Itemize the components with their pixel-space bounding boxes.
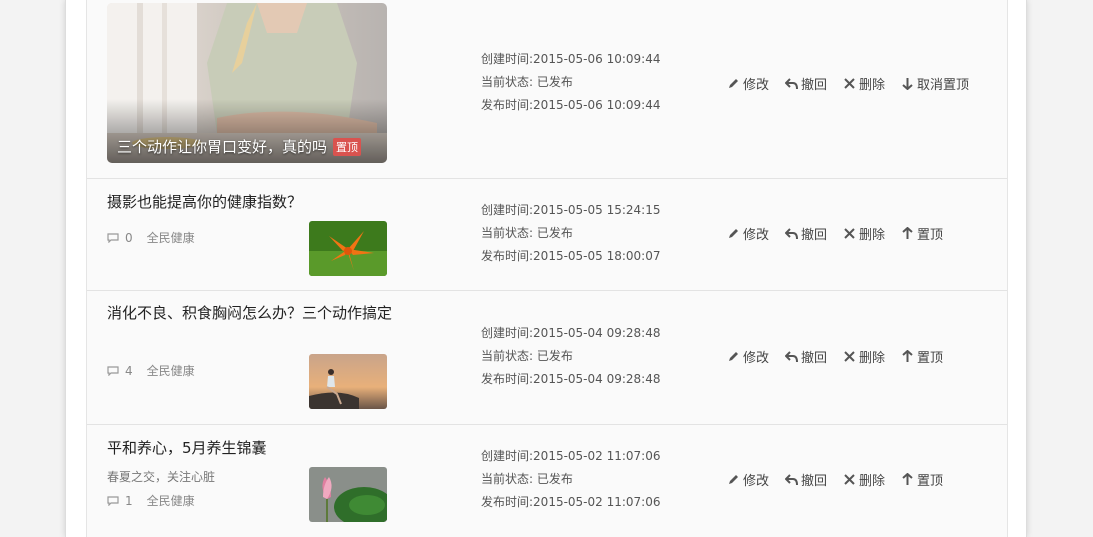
page-container: 三个动作让你胃口变好，真的吗 置顶 创建时间:2015-05-06 10:09:… xyxy=(65,0,1027,537)
comment-icon xyxy=(107,365,119,376)
article-title[interactable]: 摄影也能提高你的健康指数？ xyxy=(107,191,397,214)
undo-icon xyxy=(785,78,799,90)
edit-button[interactable]: 修改 xyxy=(727,347,769,366)
article-title[interactable]: 消化不良、积食胸闷怎么办？三个动作搞定 xyxy=(107,302,397,325)
created-time: 创建时间:2015-05-05 15:24:15 xyxy=(481,203,661,217)
edit-button[interactable]: 修改 xyxy=(727,470,769,489)
article-row: 平和养心，5月养生锦囊 春夏之交，关注心脏 1 全民健康 创建时间:2015-0… xyxy=(87,425,1007,537)
close-icon xyxy=(844,351,855,362)
comment-count: 1 xyxy=(125,493,133,508)
pin-button[interactable]: 置顶 xyxy=(901,224,943,243)
lily-photo xyxy=(309,221,387,276)
article-info: 4 全民健康 xyxy=(107,362,195,379)
published-time: 发布时间:2015-05-05 18:00:07 xyxy=(481,249,661,263)
status-text: 当前状态: 已发布 xyxy=(481,472,573,486)
withdraw-button[interactable]: 撤回 xyxy=(785,470,827,489)
pin-button[interactable]: 置顶 xyxy=(901,470,943,489)
unpin-button[interactable]: 取消置顶 xyxy=(901,74,969,93)
article-info: 0 全民健康 xyxy=(107,229,195,246)
article-meta: 创建时间:2015-05-04 09:28:48 当前状态: 已发布 发布时间:… xyxy=(481,322,661,391)
pencil-icon xyxy=(729,352,738,361)
article-row: 消化不良、积食胸闷怎么办？三个动作搞定 4 全民健康 创建时间:2015-05-… xyxy=(87,291,1007,425)
status-text: 当前状态: 已发布 xyxy=(481,75,573,89)
featured-title-text: 三个动作让你胃口变好，真的吗 xyxy=(117,138,328,156)
withdraw-button[interactable]: 撤回 xyxy=(785,224,827,243)
article-list: 三个动作让你胃口变好，真的吗 置顶 创建时间:2015-05-06 10:09:… xyxy=(86,0,1008,537)
close-icon xyxy=(844,78,855,89)
article-actions: 修改 撤回 删除 置顶 xyxy=(727,470,959,489)
created-time: 创建时间:2015-05-06 10:09:44 xyxy=(481,52,661,66)
delete-button[interactable]: 删除 xyxy=(843,74,885,93)
article-meta: 创建时间:2015-05-05 15:24:15 当前状态: 已发布 发布时间:… xyxy=(481,199,661,268)
article-row-featured: 三个动作让你胃口变好，真的吗 置顶 创建时间:2015-05-06 10:09:… xyxy=(87,0,1007,179)
article-row: 摄影也能提高你的健康指数？ 0 全民健康 创建时间:2015-05-05 15:… xyxy=(87,179,1007,291)
arrow-up-icon xyxy=(902,473,913,485)
close-icon xyxy=(844,474,855,485)
comment-icon xyxy=(107,232,119,243)
status-text: 当前状态: 已发布 xyxy=(481,226,573,240)
arrow-up-icon xyxy=(902,350,913,362)
article-thumbnail[interactable] xyxy=(309,354,387,409)
pencil-icon xyxy=(729,79,738,88)
lotus-photo xyxy=(309,467,387,522)
status-text: 当前状态: 已发布 xyxy=(481,349,573,363)
woman-sitting-photo xyxy=(309,354,387,409)
withdraw-button[interactable]: 撤回 xyxy=(785,74,827,93)
category-label: 全民健康 xyxy=(146,494,195,508)
article-summary: 春夏之交，关注心脏 xyxy=(107,470,216,484)
arrow-down-icon xyxy=(902,78,913,90)
article-title[interactable]: 平和养心，5月养生锦囊 xyxy=(107,437,397,460)
article-actions: 修改 撤回 删除 置顶 xyxy=(727,224,959,243)
article-thumbnail[interactable] xyxy=(309,467,387,522)
article-actions: 修改 撤回 删除 置顶 xyxy=(727,347,959,366)
undo-icon xyxy=(785,228,799,240)
arrow-up-icon xyxy=(902,227,913,239)
comment-count: 0 xyxy=(125,230,133,245)
comment-count: 4 xyxy=(125,363,133,378)
published-time: 发布时间:2015-05-02 11:07:06 xyxy=(481,495,661,509)
article-thumbnail[interactable] xyxy=(309,221,387,276)
published-time: 发布时间:2015-05-04 09:28:48 xyxy=(481,372,661,386)
created-time: 创建时间:2015-05-02 11:07:06 xyxy=(481,449,661,463)
pinned-badge: 置顶 xyxy=(333,137,362,156)
delete-button[interactable]: 删除 xyxy=(843,224,885,243)
undo-icon xyxy=(785,474,799,486)
featured-title: 三个动作让你胃口变好，真的吗 置顶 xyxy=(117,136,362,157)
category-label: 全民健康 xyxy=(146,364,195,378)
undo-icon xyxy=(785,351,799,363)
close-icon xyxy=(844,228,855,239)
article-meta: 创建时间:2015-05-02 11:07:06 当前状态: 已发布 发布时间:… xyxy=(481,445,661,514)
delete-button[interactable]: 删除 xyxy=(843,347,885,366)
category-label: 全民健康 xyxy=(146,231,195,245)
edit-button[interactable]: 修改 xyxy=(727,224,769,243)
pencil-icon xyxy=(729,475,738,484)
featured-meta: 创建时间:2015-05-06 10:09:44 当前状态: 已发布 发布时间:… xyxy=(481,48,661,117)
pin-button[interactable]: 置顶 xyxy=(901,347,943,366)
withdraw-button[interactable]: 撤回 xyxy=(785,347,827,366)
delete-button[interactable]: 删除 xyxy=(843,470,885,489)
pencil-icon xyxy=(729,229,738,238)
edit-button[interactable]: 修改 xyxy=(727,74,769,93)
comment-icon xyxy=(107,495,119,506)
created-time: 创建时间:2015-05-04 09:28:48 xyxy=(481,326,661,340)
published-time: 发布时间:2015-05-06 10:09:44 xyxy=(481,98,661,112)
featured-image[interactable]: 三个动作让你胃口变好，真的吗 置顶 xyxy=(107,3,387,163)
featured-actions: 修改 撤回 删除 取消置顶 xyxy=(727,74,985,93)
article-info: 1 全民健康 xyxy=(107,492,195,509)
